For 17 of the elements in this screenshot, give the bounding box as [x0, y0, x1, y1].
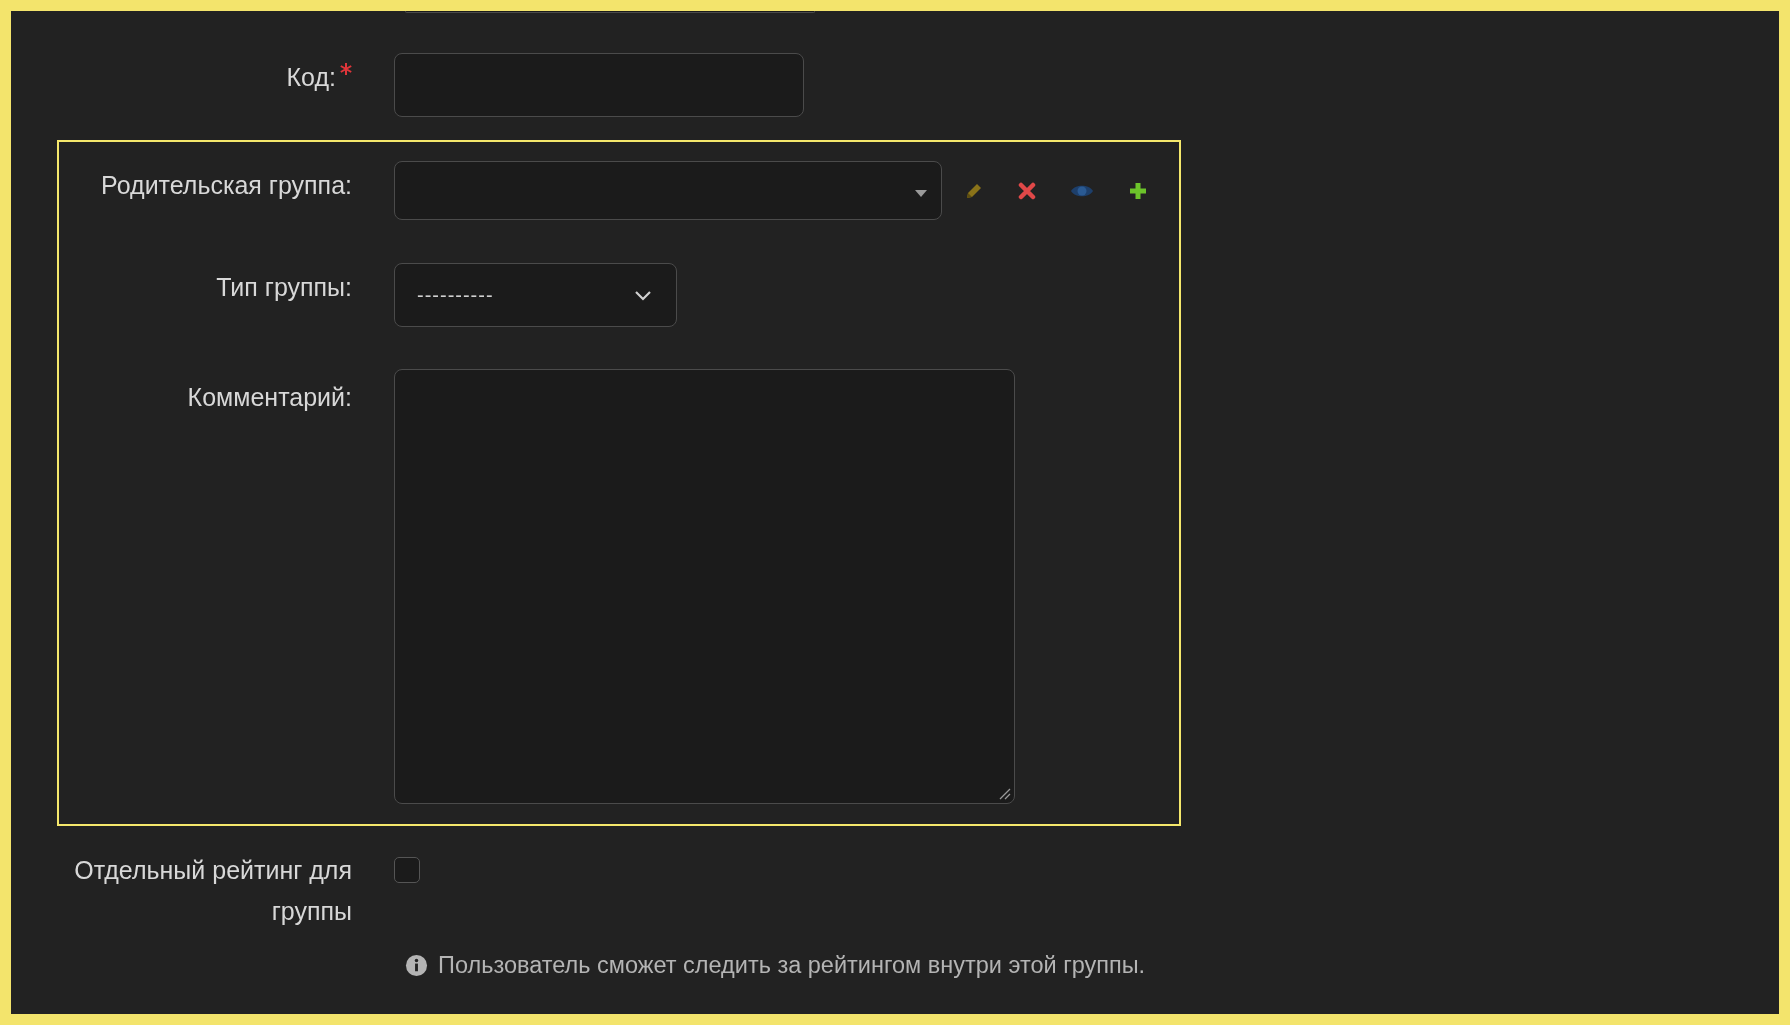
field-label: Отдельный рейтинг для группы	[73, 855, 352, 927]
select-field[interactable]	[394, 161, 942, 220]
info-icon	[405, 954, 428, 977]
field-label: Тип группы:	[216, 272, 352, 303]
help-text: Пользователь сможет следить за рейтингом внутри этой группы.	[438, 952, 1146, 979]
input-field[interactable]	[394, 53, 804, 117]
field-label: Код:	[286, 62, 336, 93]
field-label: Родительская группа:	[101, 170, 352, 201]
delete-icon[interactable]	[1018, 181, 1036, 200]
caret-icon	[915, 189, 927, 198]
resize-handle-icon	[999, 788, 1011, 800]
chevron-icon	[634, 289, 652, 301]
checkbox[interactable]	[394, 857, 420, 883]
field-label: Комментарий:	[187, 382, 352, 413]
add-icon[interactable]	[1128, 180, 1148, 201]
select-value: ----------	[417, 283, 494, 307]
select-field[interactable]: ----------	[394, 263, 677, 327]
